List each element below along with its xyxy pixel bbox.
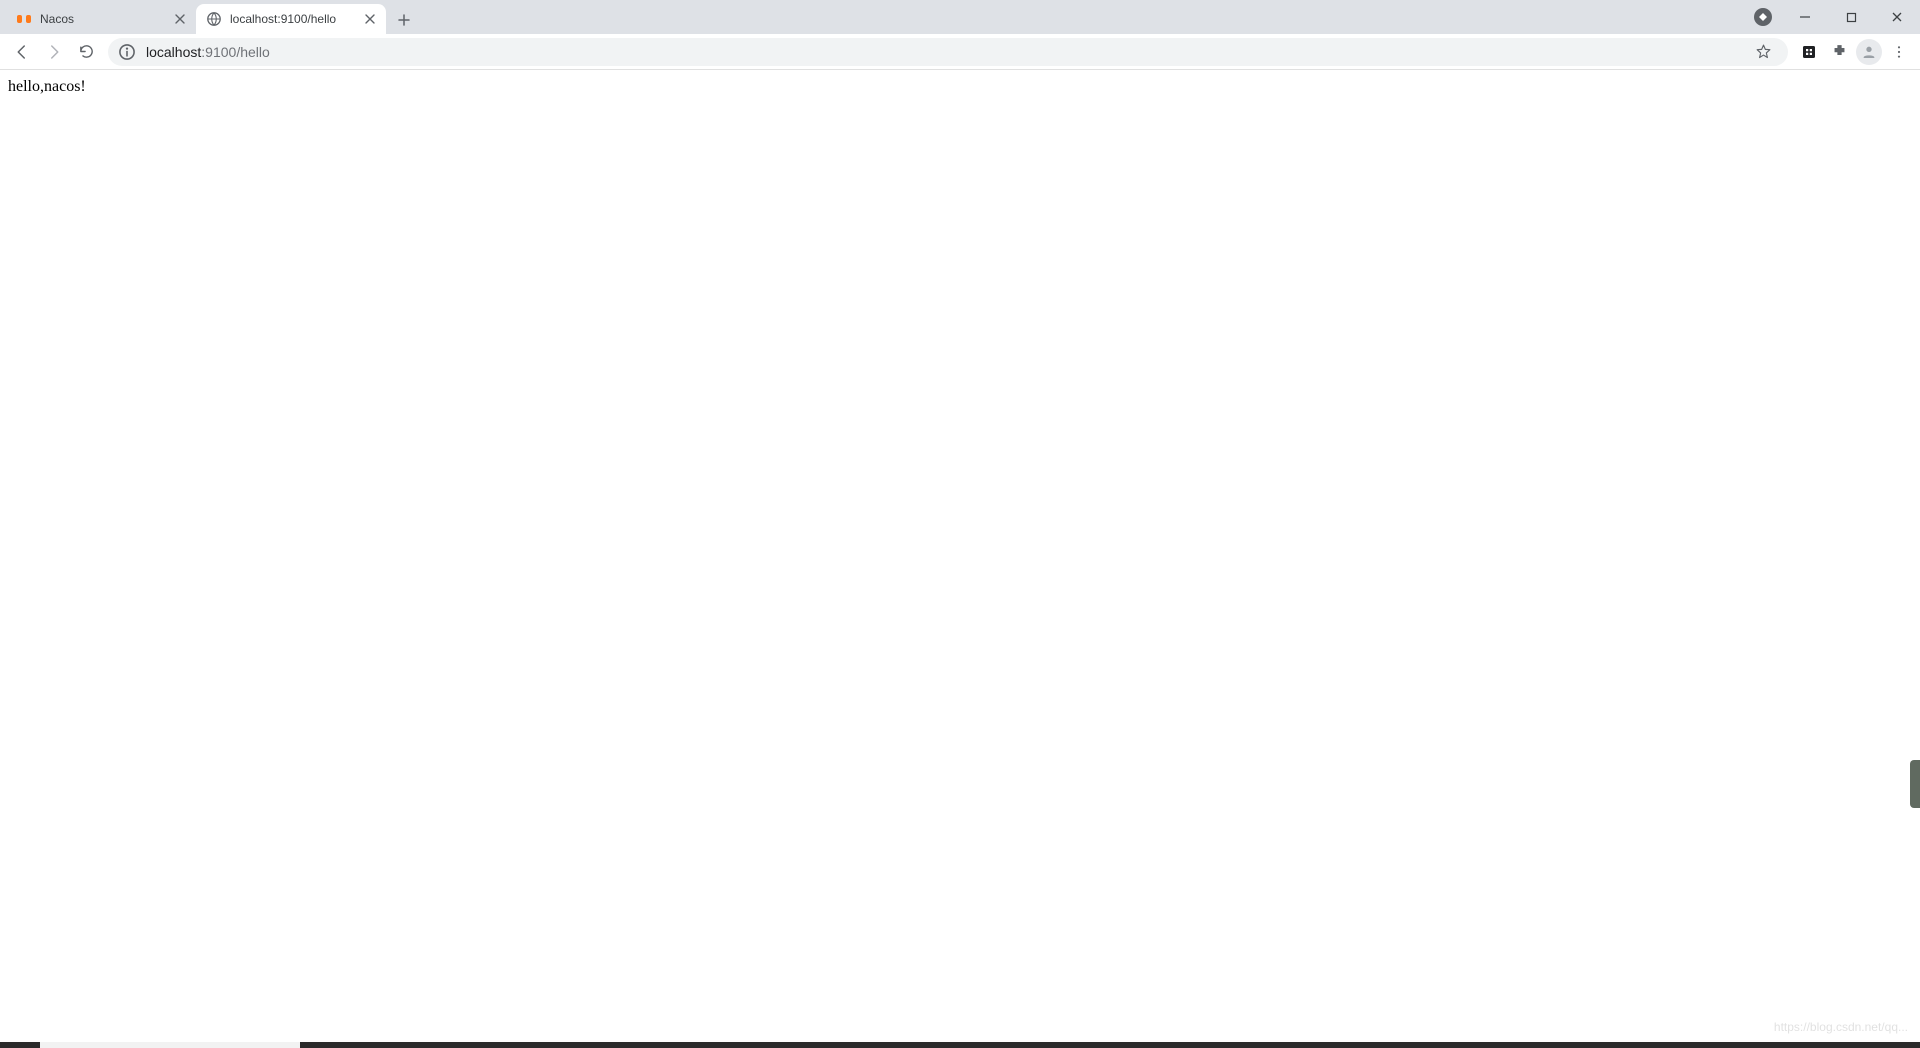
bookmark-star-icon[interactable]	[1748, 37, 1778, 67]
page-viewport: hello,nacos!	[0, 70, 1920, 104]
profile-avatar-button[interactable]	[1856, 39, 1882, 65]
omnibox-actions	[1748, 37, 1778, 67]
tab-title: localhost:9100/hello	[230, 12, 362, 26]
window-maximize-button[interactable]	[1828, 2, 1874, 32]
account-chip-icon[interactable]	[1754, 8, 1772, 26]
extensions-puzzle-icon[interactable]	[1824, 37, 1854, 67]
tab-close-button[interactable]	[172, 11, 188, 27]
side-handle[interactable]	[1910, 760, 1920, 808]
extension-square-icon[interactable]	[1794, 37, 1824, 67]
forward-button[interactable]	[38, 36, 70, 68]
taskbar[interactable]	[0, 1042, 1920, 1048]
address-bar[interactable]: localhost9100/hello	[108, 38, 1788, 66]
window-close-button[interactable]	[1874, 2, 1920, 32]
omnibox-container: localhost9100/hello	[108, 38, 1788, 66]
site-info-icon[interactable]	[118, 43, 136, 61]
back-button[interactable]	[6, 36, 38, 68]
globe-favicon-icon	[206, 11, 222, 27]
tab-nacos[interactable]: Nacos	[6, 4, 196, 34]
new-tab-button[interactable]	[390, 6, 418, 34]
watermark-text: https://blog.csdn.net/qq...	[1774, 1020, 1908, 1034]
tab-title: Nacos	[40, 12, 172, 26]
window-controls	[1754, 0, 1920, 34]
taskbar-search-region[interactable]	[40, 1042, 300, 1048]
window-minimize-button[interactable]	[1782, 2, 1828, 32]
page-body-text: hello,nacos!	[8, 78, 1912, 96]
url-host: localhost	[146, 44, 201, 60]
browser-toolbar: localhost9100/hello	[0, 34, 1920, 70]
nacos-favicon-icon	[16, 11, 32, 27]
chrome-menu-button[interactable]	[1884, 37, 1914, 67]
reload-button[interactable]	[70, 36, 102, 68]
tab-close-button[interactable]	[362, 11, 378, 27]
url-port: 9100	[201, 44, 236, 60]
url-path: /hello	[236, 44, 269, 60]
tab-localhost-hello[interactable]: localhost:9100/hello	[196, 4, 386, 34]
tab-strip: Nacos localhost:9100/hello	[0, 0, 1920, 34]
